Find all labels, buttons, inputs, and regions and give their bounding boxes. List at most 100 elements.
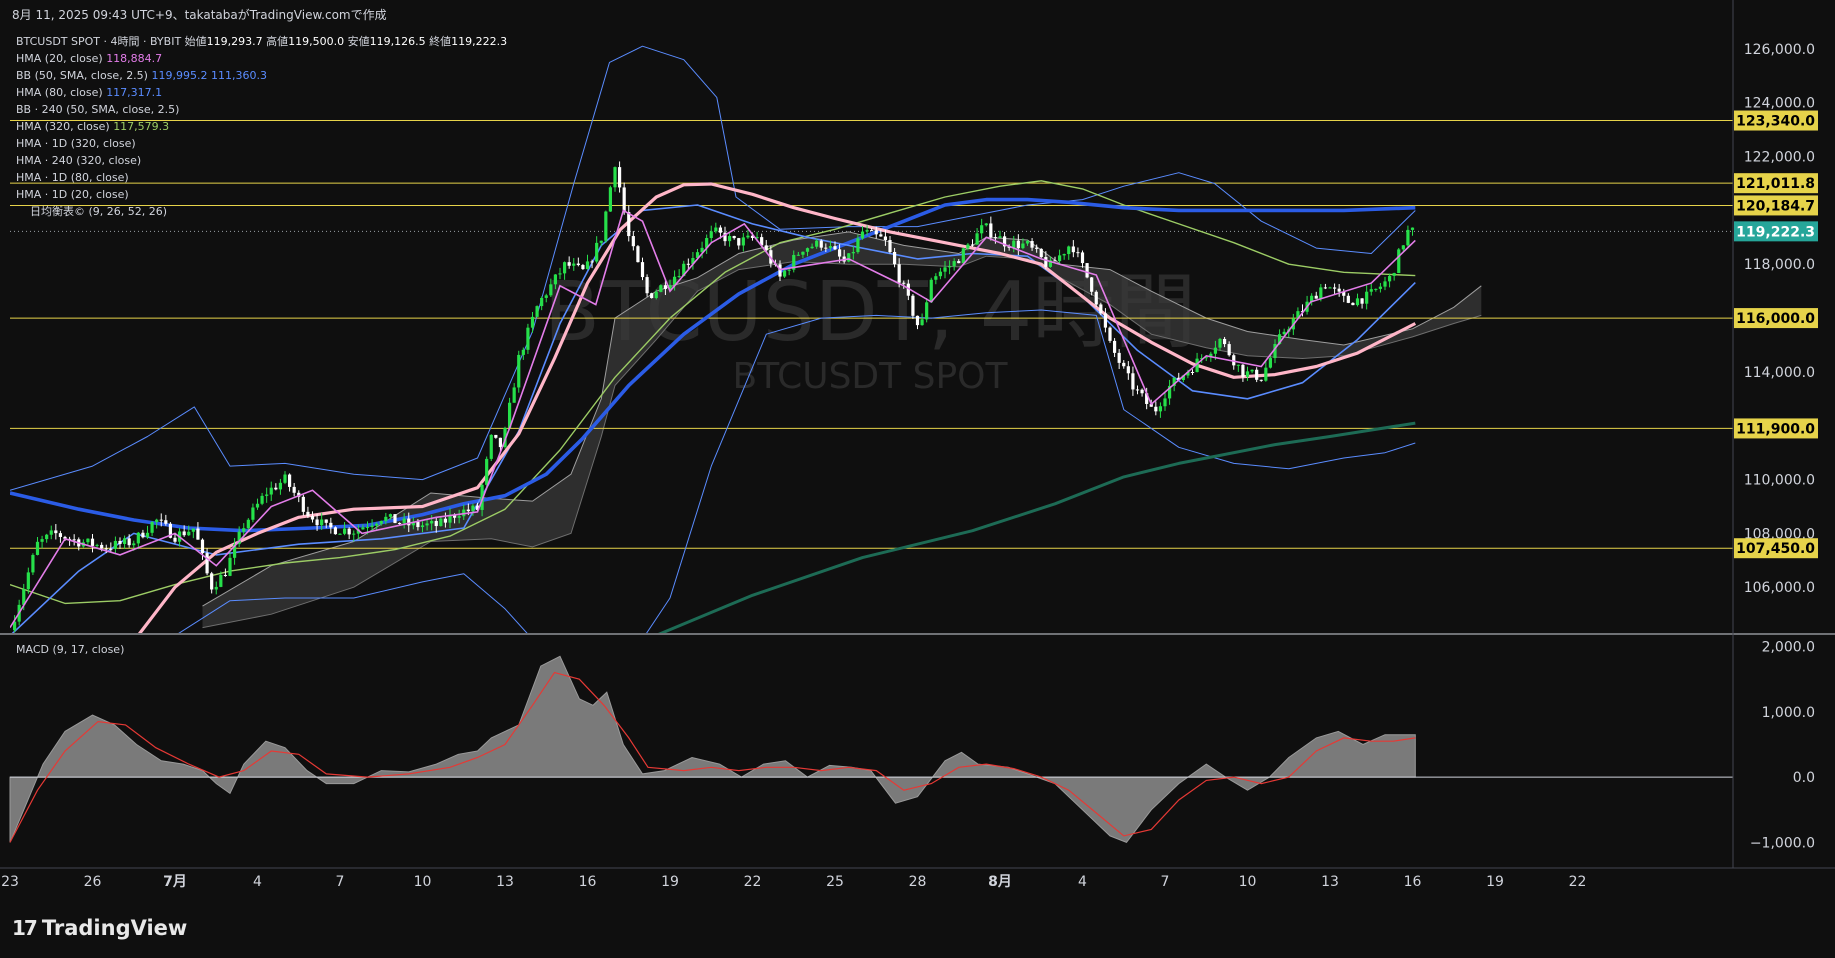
macd-legend: MACD (9, 17, close) <box>16 643 124 656</box>
candle-body <box>1062 254 1066 256</box>
candle-body <box>925 302 929 320</box>
candle-body <box>856 238 860 253</box>
candle-body <box>1410 227 1415 230</box>
candle-body <box>970 244 975 246</box>
candle-body <box>631 236 635 247</box>
candle-body <box>1222 338 1227 345</box>
candle-body <box>1397 249 1401 274</box>
candle-body <box>1012 240 1016 248</box>
candle-body <box>1332 287 1337 289</box>
candle-body <box>306 511 310 517</box>
x-tick-label: 13 <box>496 874 514 890</box>
candle-body <box>998 236 1002 238</box>
candle-body <box>604 211 608 241</box>
candle-body <box>576 263 580 266</box>
candle-body <box>361 527 365 530</box>
current-price-label: 119,222.3 <box>1736 224 1815 240</box>
candle-body <box>1067 246 1071 255</box>
candle-body <box>1039 248 1043 258</box>
candle-body <box>1126 366 1130 374</box>
candle-body <box>595 242 599 262</box>
candle-body <box>370 525 374 528</box>
candle-body <box>512 387 516 403</box>
candle-body <box>581 265 585 270</box>
candle-body <box>984 223 988 226</box>
candle-body <box>902 282 906 284</box>
candle-body <box>1154 406 1158 412</box>
candle-body <box>246 519 250 529</box>
candle-body <box>1346 295 1350 303</box>
candle-body <box>1268 358 1273 368</box>
candle-body <box>938 271 943 277</box>
x-tick-label: 4 <box>1078 874 1087 890</box>
x-tick-label: 23 <box>1 874 19 890</box>
candle-body <box>824 247 828 249</box>
candle-body <box>746 235 750 238</box>
candle-body <box>943 267 947 272</box>
candle-body <box>952 261 956 267</box>
candle-body <box>549 284 553 296</box>
candle-body <box>45 534 49 540</box>
candle-body <box>677 276 681 278</box>
candle-body <box>622 187 626 213</box>
candle-body <box>1071 246 1075 253</box>
candle-body <box>278 482 283 490</box>
x-tick-label: 19 <box>661 874 679 890</box>
candle-body <box>1117 352 1121 363</box>
candle-body <box>737 238 741 246</box>
candle-body <box>205 553 209 574</box>
candle-body <box>292 486 296 493</box>
candle-body <box>95 544 99 546</box>
candle-body <box>883 236 888 241</box>
candle-body <box>287 474 292 487</box>
candle-body <box>535 306 539 317</box>
candle-body <box>645 277 649 294</box>
candle-body <box>585 261 590 270</box>
candle-body <box>590 261 594 263</box>
candle-body <box>957 261 961 264</box>
chart-canvas[interactable]: BTCUSDT, 4時間 BTCUSDT SPOT 126,000.0124,0… <box>0 0 1835 958</box>
indicator-legend-4: HMA (320, close) 117,579.3 <box>16 120 169 133</box>
candle-body <box>1378 286 1383 289</box>
candle-body <box>934 276 938 280</box>
candle-body <box>416 521 420 528</box>
candle-body <box>49 530 53 535</box>
price-tick-label: 126,000.0 <box>1744 42 1815 58</box>
macd-tick-label: 2,000.0 <box>1762 640 1815 656</box>
price-tick-label: 118,000.0 <box>1744 257 1815 273</box>
candle-body <box>375 523 379 526</box>
tradingview-logo[interactable]: 17 TradingView <box>12 916 187 940</box>
tradingview-logo-icon: 17 <box>12 916 38 940</box>
candle-body <box>1250 369 1254 372</box>
candle-body <box>384 516 388 521</box>
candle-body <box>920 319 924 326</box>
candle-body <box>966 244 970 249</box>
candle-body <box>741 237 745 246</box>
candle-body <box>269 487 273 495</box>
watermark-sub: BTCUSDT SPOT <box>733 356 1009 397</box>
candle-body <box>127 538 131 546</box>
x-tick-label: 16 <box>579 874 597 890</box>
candle-body <box>980 225 984 234</box>
x-tick-label: 7 <box>336 874 345 890</box>
candle-body <box>210 573 214 590</box>
candle-body <box>1406 229 1410 246</box>
candle-body <box>1374 288 1378 290</box>
candle-body <box>1319 287 1323 299</box>
candle-body <box>961 248 965 264</box>
candle-body <box>100 544 104 549</box>
candle-body <box>1392 273 1396 276</box>
candle-body <box>439 518 443 527</box>
candle-body <box>874 230 878 235</box>
candle-body <box>173 537 177 542</box>
candle-body <box>727 236 732 242</box>
candle-body <box>1076 252 1080 254</box>
candle-body <box>521 349 525 355</box>
candle-body <box>352 533 356 535</box>
candle-body <box>1131 373 1135 390</box>
indicator-legend-7: HMA · 1D (80, close) <box>16 171 129 184</box>
candle-body <box>911 295 915 316</box>
candle-body <box>517 354 521 388</box>
candle-body <box>1255 369 1259 380</box>
x-tick-label: 10 <box>1239 874 1257 890</box>
